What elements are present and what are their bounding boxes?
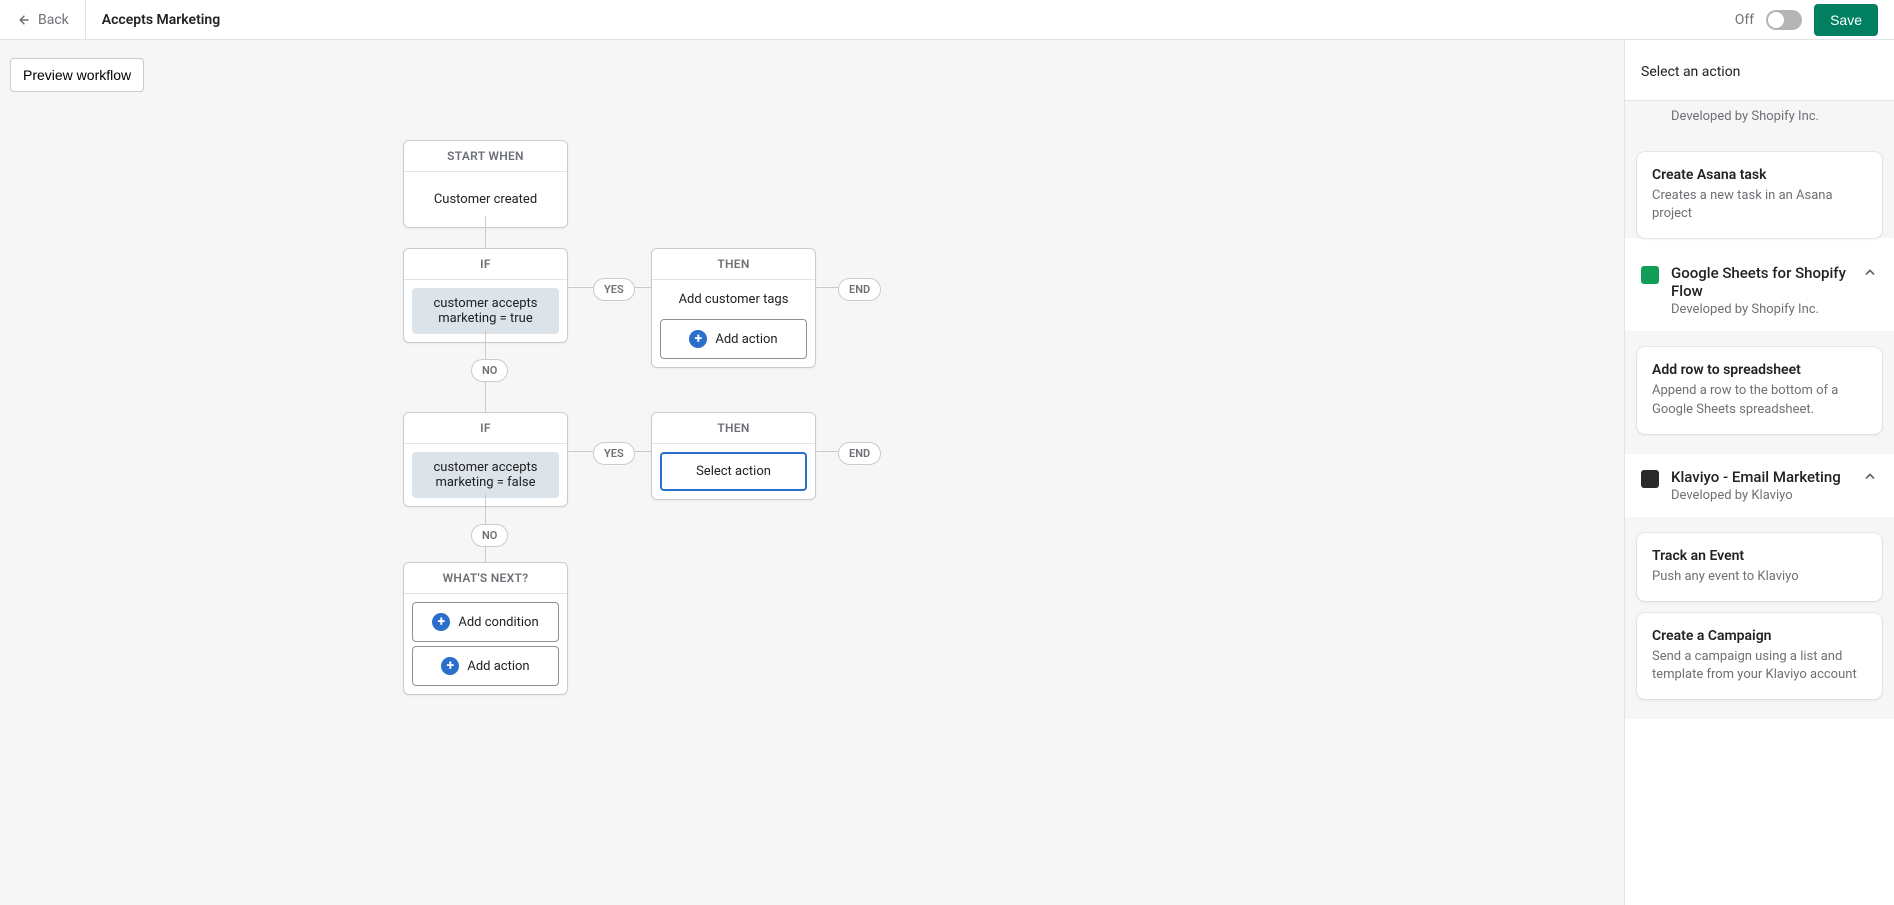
track-desc: Push any event to Klaviyo <box>1652 568 1867 586</box>
klaviyo-dev: Developed by Klaviyo <box>1671 488 1850 503</box>
then1-header: THEN <box>652 249 815 280</box>
if2-condition[interactable]: customer accepts marketing = false <box>412 452 559 498</box>
asana-desc: Creates a new task in an Asana project <box>1652 187 1867 223</box>
then1-action[interactable]: Add customer tags <box>656 284 811 315</box>
add-condition-label: Add condition <box>458 615 538 630</box>
sheets-dev: Developed by Shopify Inc. <box>1671 302 1850 317</box>
start-node[interactable]: START WHEN Customer created <box>403 140 568 228</box>
addrow-title: Add row to spreadsheet <box>1652 362 1867 378</box>
add-condition-button[interactable]: + Add condition <box>412 602 559 642</box>
track-title: Track an Event <box>1652 548 1867 564</box>
klaviyo-title: Klaviyo - Email Marketing <box>1671 468 1850 486</box>
action-create-campaign[interactable]: Create a Campaign Send a campaign using … <box>1637 613 1882 699</box>
group-klaviyo[interactable]: Klaviyo - Email Marketing Developed by K… <box>1625 454 1894 517</box>
asana-title: Create Asana task <box>1652 167 1867 183</box>
end-label-1: END <box>838 278 881 301</box>
topbar-left: Back Accepts Marketing <box>16 0 220 40</box>
back-label: Back <box>38 12 69 28</box>
add-action-label: Add action <box>715 332 777 347</box>
if2-header: IF <box>404 413 567 444</box>
if1-condition[interactable]: customer accepts marketing = true <box>412 288 559 334</box>
then-node-1[interactable]: THEN Add customer tags + Add action <box>651 248 816 368</box>
yes-label-2: YES <box>593 442 635 465</box>
klaviyo-icon <box>1641 470 1659 488</box>
page-title: Accepts Marketing <box>102 12 220 28</box>
save-button[interactable]: Save <box>1814 4 1878 36</box>
topbar: Back Accepts Marketing Off Save <box>0 0 1894 40</box>
sheets-group-body: Add row to spreadsheet Append a row to t… <box>1625 331 1894 453</box>
campaign-title: Create a Campaign <box>1652 628 1867 644</box>
yes-label-1: YES <box>593 278 635 301</box>
wn-body: + Add condition + Add action <box>404 594 567 694</box>
plus-icon: + <box>432 613 450 631</box>
action-track-event[interactable]: Track an Event Push any event to Klaviyo <box>1637 533 1882 601</box>
sidebar-title: Select an action <box>1625 40 1894 100</box>
group-text: Google Sheets for Shopify Flow Developed… <box>1671 264 1850 317</box>
add-action-button-2[interactable]: + Add action <box>412 646 559 686</box>
addrow-desc: Append a row to the bottom of a Google S… <box>1652 382 1867 418</box>
divider <box>85 0 86 40</box>
toggle-knob <box>1768 12 1784 28</box>
add-action-label-2: Add action <box>467 659 529 674</box>
action-create-asana-task[interactable]: Create Asana task Creates a new task in … <box>1637 152 1882 238</box>
google-sheets-icon <box>1641 266 1659 284</box>
group-google-sheets[interactable]: Google Sheets for Shopify Flow Developed… <box>1625 250 1894 331</box>
select-action-button[interactable]: Select action <box>660 452 807 491</box>
wn-header: WHAT'S NEXT? <box>404 563 567 594</box>
dev-by-shopify: Developed by Shopify Inc. <box>1625 101 1894 140</box>
status-label: Off <box>1735 12 1754 28</box>
sheets-title: Google Sheets for Shopify Flow <box>1671 264 1850 300</box>
chevron-up-icon <box>1862 468 1878 484</box>
campaign-desc: Send a campaign using a list and templat… <box>1652 648 1867 684</box>
toggle-switch[interactable] <box>1766 10 1802 30</box>
back-button[interactable]: Back <box>16 12 69 28</box>
whats-next-node[interactable]: WHAT'S NEXT? + Add condition + Add actio… <box>403 562 568 695</box>
start-trigger: Customer created <box>412 184 559 215</box>
connector <box>485 216 486 248</box>
if1-header: IF <box>404 249 567 280</box>
group-text: Klaviyo - Email Marketing Developed by K… <box>1671 468 1850 503</box>
canvas[interactable]: Preview workflow START WHEN Customer cre… <box>0 40 1624 905</box>
if-node-2[interactable]: IF customer accepts marketing = false <box>403 412 568 507</box>
topbar-right: Off Save <box>1735 4 1878 36</box>
main: Preview workflow START WHEN Customer cre… <box>0 40 1894 905</box>
preview-workflow-button[interactable]: Preview workflow <box>10 58 144 92</box>
end-label-2: END <box>838 442 881 465</box>
plus-icon: + <box>441 657 459 675</box>
no-label-1: NO <box>471 359 508 382</box>
then2-header: THEN <box>652 413 815 444</box>
plus-icon: + <box>689 330 707 348</box>
sidebar: Select an action Developed by Shopify In… <box>1624 40 1894 905</box>
arrow-left-icon <box>16 13 30 27</box>
if-node-1[interactable]: IF customer accepts marketing = true <box>403 248 568 343</box>
klaviyo-group-body: Track an Event Push any event to Klaviyo… <box>1625 517 1894 720</box>
start-header: START WHEN <box>404 141 567 172</box>
chevron-up-icon <box>1862 264 1878 280</box>
add-action-button-1[interactable]: + Add action <box>660 319 807 359</box>
then1-body: Add customer tags + Add action <box>652 280 815 367</box>
then-node-2[interactable]: THEN Select action <box>651 412 816 500</box>
then2-body: Select action <box>652 444 815 499</box>
sidebar-content[interactable]: Developed by Shopify Inc. Create Asana t… <box>1625 101 1894 905</box>
no-label-2: NO <box>471 524 508 547</box>
action-add-row[interactable]: Add row to spreadsheet Append a row to t… <box>1637 347 1882 433</box>
